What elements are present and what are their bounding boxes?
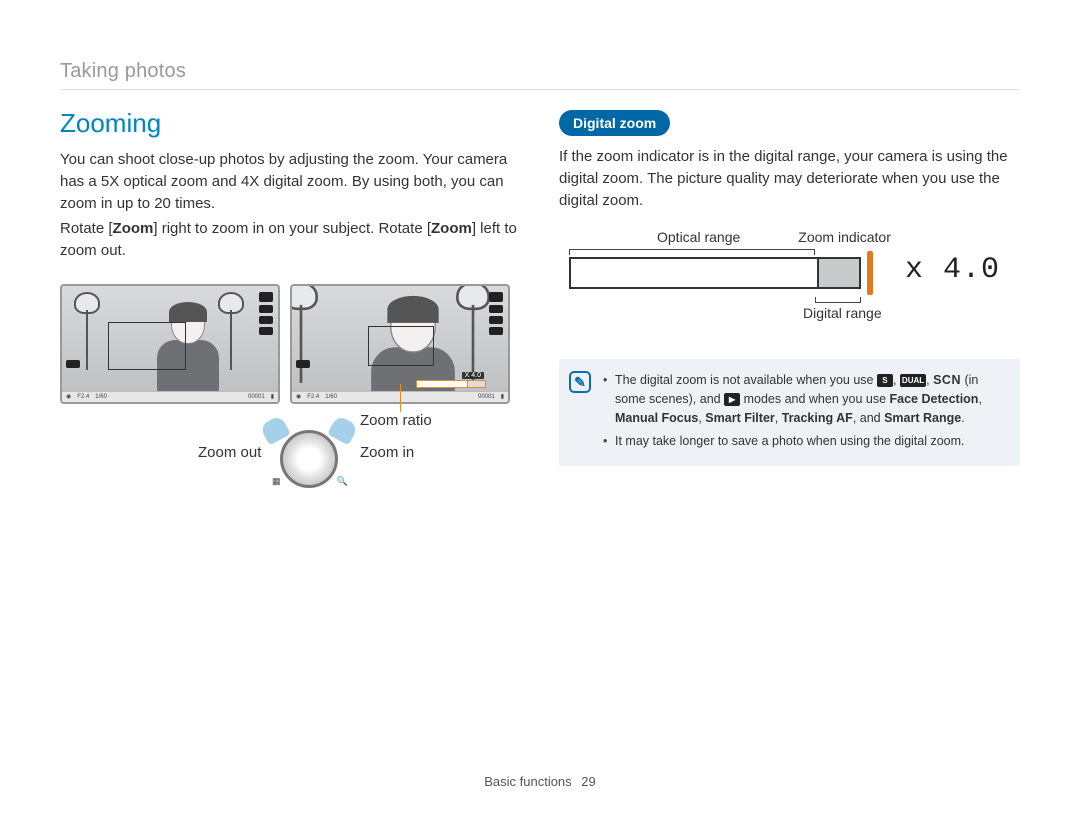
digital-zoom-heading-pill: Digital zoom xyxy=(559,110,670,136)
shot-counter: 00001 xyxy=(248,394,265,400)
text-fragment: , xyxy=(775,411,782,425)
resolution-icon xyxy=(489,292,503,302)
digital-segment xyxy=(817,259,859,287)
text-fragment: The digital zoom is not available when y… xyxy=(615,373,877,387)
text-fragment: , and xyxy=(853,411,884,425)
zoom-bold-1: Zoom xyxy=(113,220,154,237)
zoom-bold-2: Zoom xyxy=(431,220,472,237)
page-number: 29 xyxy=(581,774,595,789)
zoom-range-diagram: Optical range Zoom indicator x 4.0 Digit… xyxy=(559,229,1020,339)
zoom-dial-diagram: Zoom ratio Zoom out Zoom in ▦ 🔍 xyxy=(60,412,521,522)
digital-zoom-text: If the zoom indicator is in the digital … xyxy=(559,146,1020,211)
page-footer: Basic functions 29 xyxy=(0,774,1080,789)
focus-frame-icon xyxy=(108,322,186,370)
lcd-status-bar: ◉ F2.4 1/60 00001 ▮ xyxy=(62,391,278,402)
text-fragment: Rotate [ xyxy=(60,220,113,237)
digital-bracket xyxy=(815,297,861,303)
stabilizer-icon xyxy=(296,360,310,368)
zoom-range-bar xyxy=(569,257,861,289)
battery-icon: ▮ xyxy=(271,393,274,400)
movie-mode-icon: ▶ xyxy=(724,393,740,406)
zoom-multiplier-value: 4.0 xyxy=(943,253,1000,287)
footer-section: Basic functions xyxy=(484,774,571,789)
optical-segment xyxy=(571,259,817,287)
note-box: ✎ The digital zoom is not available when… xyxy=(559,359,1020,466)
zoom-indicator-marker xyxy=(867,251,873,295)
left-column: Zooming You can shoot close-up photos by… xyxy=(60,108,521,522)
right-column: Digital zoom If the zoom indicator is in… xyxy=(559,108,1020,522)
scn-mode-label: SCN xyxy=(933,373,961,387)
stabilizer-icon xyxy=(66,360,80,368)
mode-icon: ◉ xyxy=(296,393,301,400)
zooming-intro-text: You can shoot close-up photos by adjusti… xyxy=(60,149,521,214)
smart-mode-icon: S xyxy=(877,374,893,387)
zoom-bar-icon xyxy=(416,380,486,388)
callout-line xyxy=(400,384,401,412)
aperture-readout: F2.4 xyxy=(307,394,319,400)
smart-range-bold: Smart Range xyxy=(884,411,961,425)
zoom-x-badge: X 4.0 xyxy=(462,372,484,379)
note-bullet-2: It may take longer to save a photo when … xyxy=(603,432,1006,451)
breadcrumb: Taking photos xyxy=(60,60,1020,90)
zoom-out-label: Zoom out xyxy=(198,444,261,461)
optical-bracket xyxy=(569,249,815,255)
aperture-readout: F2.4 xyxy=(77,394,89,400)
zoom-in-label: Zoom in xyxy=(360,444,414,461)
optical-range-label: Optical range xyxy=(657,229,740,245)
manual-focus-bold: Manual Focus xyxy=(615,411,698,425)
resolution-icon xyxy=(259,292,273,302)
digital-range-label: Digital range xyxy=(803,305,882,321)
note-icon: ✎ xyxy=(569,371,591,393)
shot-counter: 00001 xyxy=(478,394,495,400)
tracking-af-bold: Tracking AF xyxy=(782,411,853,425)
magnify-icon: 🔍 xyxy=(337,476,348,487)
lcd-right-icons xyxy=(488,292,504,335)
focus-frame-icon xyxy=(368,326,434,366)
shutter-readout: 1/60 xyxy=(325,394,337,400)
mode-icon: ◉ xyxy=(66,393,71,400)
note-bullet-1: The digital zoom is not available when y… xyxy=(603,371,1006,427)
metering-icon xyxy=(489,316,503,324)
dial-side-icons: ▦ 🔍 xyxy=(272,476,348,487)
text-fragment: ] right to zoom in on your subject. Rota… xyxy=(153,220,431,237)
face-detection-bold: Face Detection xyxy=(890,392,979,406)
lcd-preview-wide: ◉ F2.4 1/60 00001 ▮ xyxy=(60,284,280,404)
flash-icon xyxy=(259,327,273,335)
streetlamp-icon xyxy=(72,292,102,362)
zooming-instruction-text: Rotate [Zoom] right to zoom in on your s… xyxy=(60,218,521,262)
text-fragment: . xyxy=(961,411,964,425)
battery-icon: ▮ xyxy=(501,393,504,400)
text-fragment: modes and when you use xyxy=(744,392,890,406)
flash-icon xyxy=(489,327,503,335)
thumbnail-icon: ▦ xyxy=(272,476,281,487)
zoom-ratio-label: Zoom ratio xyxy=(360,412,432,429)
zoom-multiplier-readout: x 4.0 xyxy=(905,253,1000,287)
metering-icon xyxy=(259,316,273,324)
section-title-zooming: Zooming xyxy=(60,108,521,139)
lcd-right-icons xyxy=(258,292,274,335)
smart-filter-bold: Smart Filter xyxy=(705,411,774,425)
text-fragment: , xyxy=(978,392,981,406)
quality-icon xyxy=(489,305,503,313)
quality-icon xyxy=(259,305,273,313)
shutter-readout: 1/60 xyxy=(95,394,107,400)
dual-mode-icon: DUAL xyxy=(900,374,926,387)
lcd-previews: ◉ F2.4 1/60 00001 ▮ xyxy=(60,284,521,404)
zoom-indicator-label: Zoom indicator xyxy=(798,229,891,245)
